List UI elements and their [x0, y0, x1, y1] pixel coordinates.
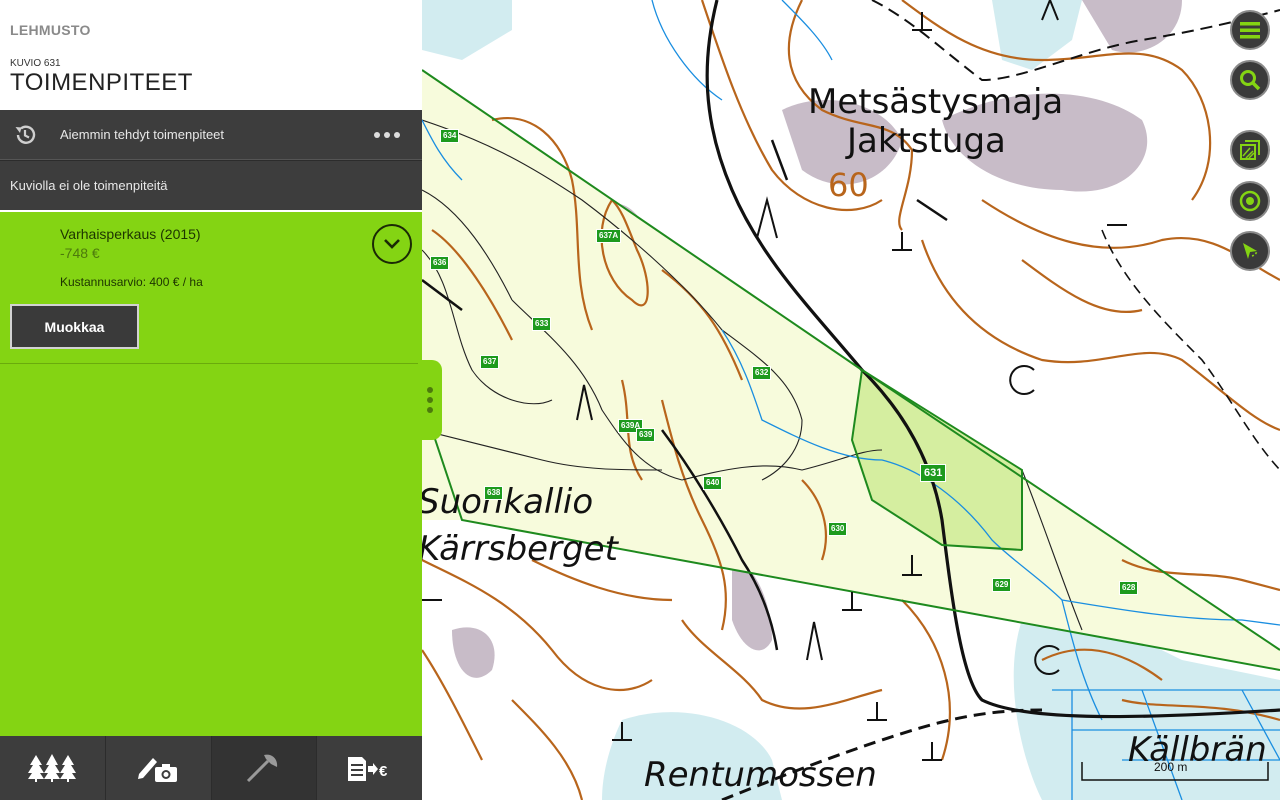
locate-button[interactable]	[1230, 181, 1270, 221]
side-panel: LEHMUSTO KUVIO 631 TOIMENPITEET Aiemmin …	[0, 0, 422, 800]
operation-cost-estimate: Kustannusarvio: 400 € / ha	[60, 275, 203, 289]
more-options-icon[interactable]	[374, 131, 400, 138]
navigate-button[interactable]	[1230, 231, 1270, 271]
stand-label-640[interactable]: 640	[703, 476, 723, 490]
layers-button[interactable]	[1230, 130, 1270, 170]
map-view[interactable]: Metsästysmaja Jaktstuga 60 Suonkallio Kä…	[422, 0, 1280, 800]
menu-button[interactable]	[1230, 10, 1270, 50]
axe-icon	[246, 754, 277, 783]
menu-icon	[1240, 22, 1260, 39]
svg-text:Suonkallio: Suonkallio	[422, 482, 593, 522]
chevron-down-icon	[384, 239, 400, 249]
expand-button[interactable]	[372, 224, 412, 264]
stand-label-632[interactable]: 632	[752, 366, 772, 380]
operation-card: Varhaisperkaus (2015) -748 € Kustannusar…	[0, 212, 422, 364]
tab-operations[interactable]	[211, 736, 318, 800]
svg-text:Metsästysmaja: Metsästysmaja	[808, 82, 1063, 122]
page-title: TOIMENPITEET	[10, 69, 193, 96]
drawer-handle[interactable]	[418, 360, 442, 440]
layers-icon	[1240, 140, 1260, 160]
stand-label-636[interactable]: 636	[430, 256, 450, 270]
stand-label-639[interactable]: 639	[636, 428, 656, 442]
tab-trees[interactable]	[0, 736, 106, 800]
svg-text:60: 60	[828, 166, 869, 204]
operation-name: Varhaisperkaus (2015)	[60, 226, 201, 242]
stand-label-637[interactable]: 637	[480, 355, 500, 369]
history-icon	[15, 125, 36, 144]
app-title: LEHMUSTO	[10, 22, 91, 38]
operations-list: Varhaisperkaus (2015) -748 € Kustannusar…	[0, 212, 422, 736]
bottom-tab-bar: €	[0, 736, 422, 800]
operation-price: -748 €	[60, 245, 100, 261]
stand-subtitle: KUVIO 631	[10, 58, 61, 69]
search-button[interactable]	[1230, 60, 1270, 100]
stand-label-628[interactable]: 628	[1119, 581, 1139, 595]
stand-label-634[interactable]: 634	[440, 129, 460, 143]
edit-button[interactable]: Muokkaa	[10, 304, 139, 349]
tab-notes-photo[interactable]	[106, 736, 212, 800]
no-operations-text: Kuviolla ei ole toimenpiteitä	[0, 160, 422, 210]
scale-bar: 200 m	[1080, 758, 1270, 784]
svg-text:€: €	[379, 763, 388, 780]
panel-header: LEHMUSTO KUVIO 631 TOIMENPITEET	[0, 0, 422, 110]
stand-label-633[interactable]: 633	[532, 317, 552, 331]
svg-text:Jaktstuga: Jaktstuga	[845, 121, 1006, 161]
svg-text:Rentumossen: Rentumossen	[644, 755, 877, 795]
svg-text:Kärrsberget: Kärrsberget	[422, 529, 620, 569]
pencil-camera-icon	[138, 758, 178, 782]
stand-label-629[interactable]: 629	[992, 578, 1012, 592]
navigate-icon	[1243, 243, 1258, 259]
locate-icon	[1239, 190, 1261, 212]
scale-label: 200 m	[1154, 760, 1188, 774]
search-icon	[1240, 70, 1261, 91]
tab-costs[interactable]: €	[317, 736, 422, 800]
stand-label-637a[interactable]: 637A	[596, 229, 622, 243]
trees-icon	[28, 754, 77, 782]
history-row[interactable]: Aiemmin tehdyt toimenpiteet	[0, 110, 422, 160]
history-label: Aiemmin tehdyt toimenpiteet	[60, 127, 225, 142]
stand-label-631[interactable]: 631	[920, 464, 947, 482]
topographic-map[interactable]: Metsästysmaja Jaktstuga 60 Suonkallio Kä…	[422, 0, 1280, 800]
stand-label-630[interactable]: 630	[828, 522, 848, 536]
stand-label-638[interactable]: 638	[484, 486, 504, 500]
document-euro-icon: €	[347, 757, 388, 781]
